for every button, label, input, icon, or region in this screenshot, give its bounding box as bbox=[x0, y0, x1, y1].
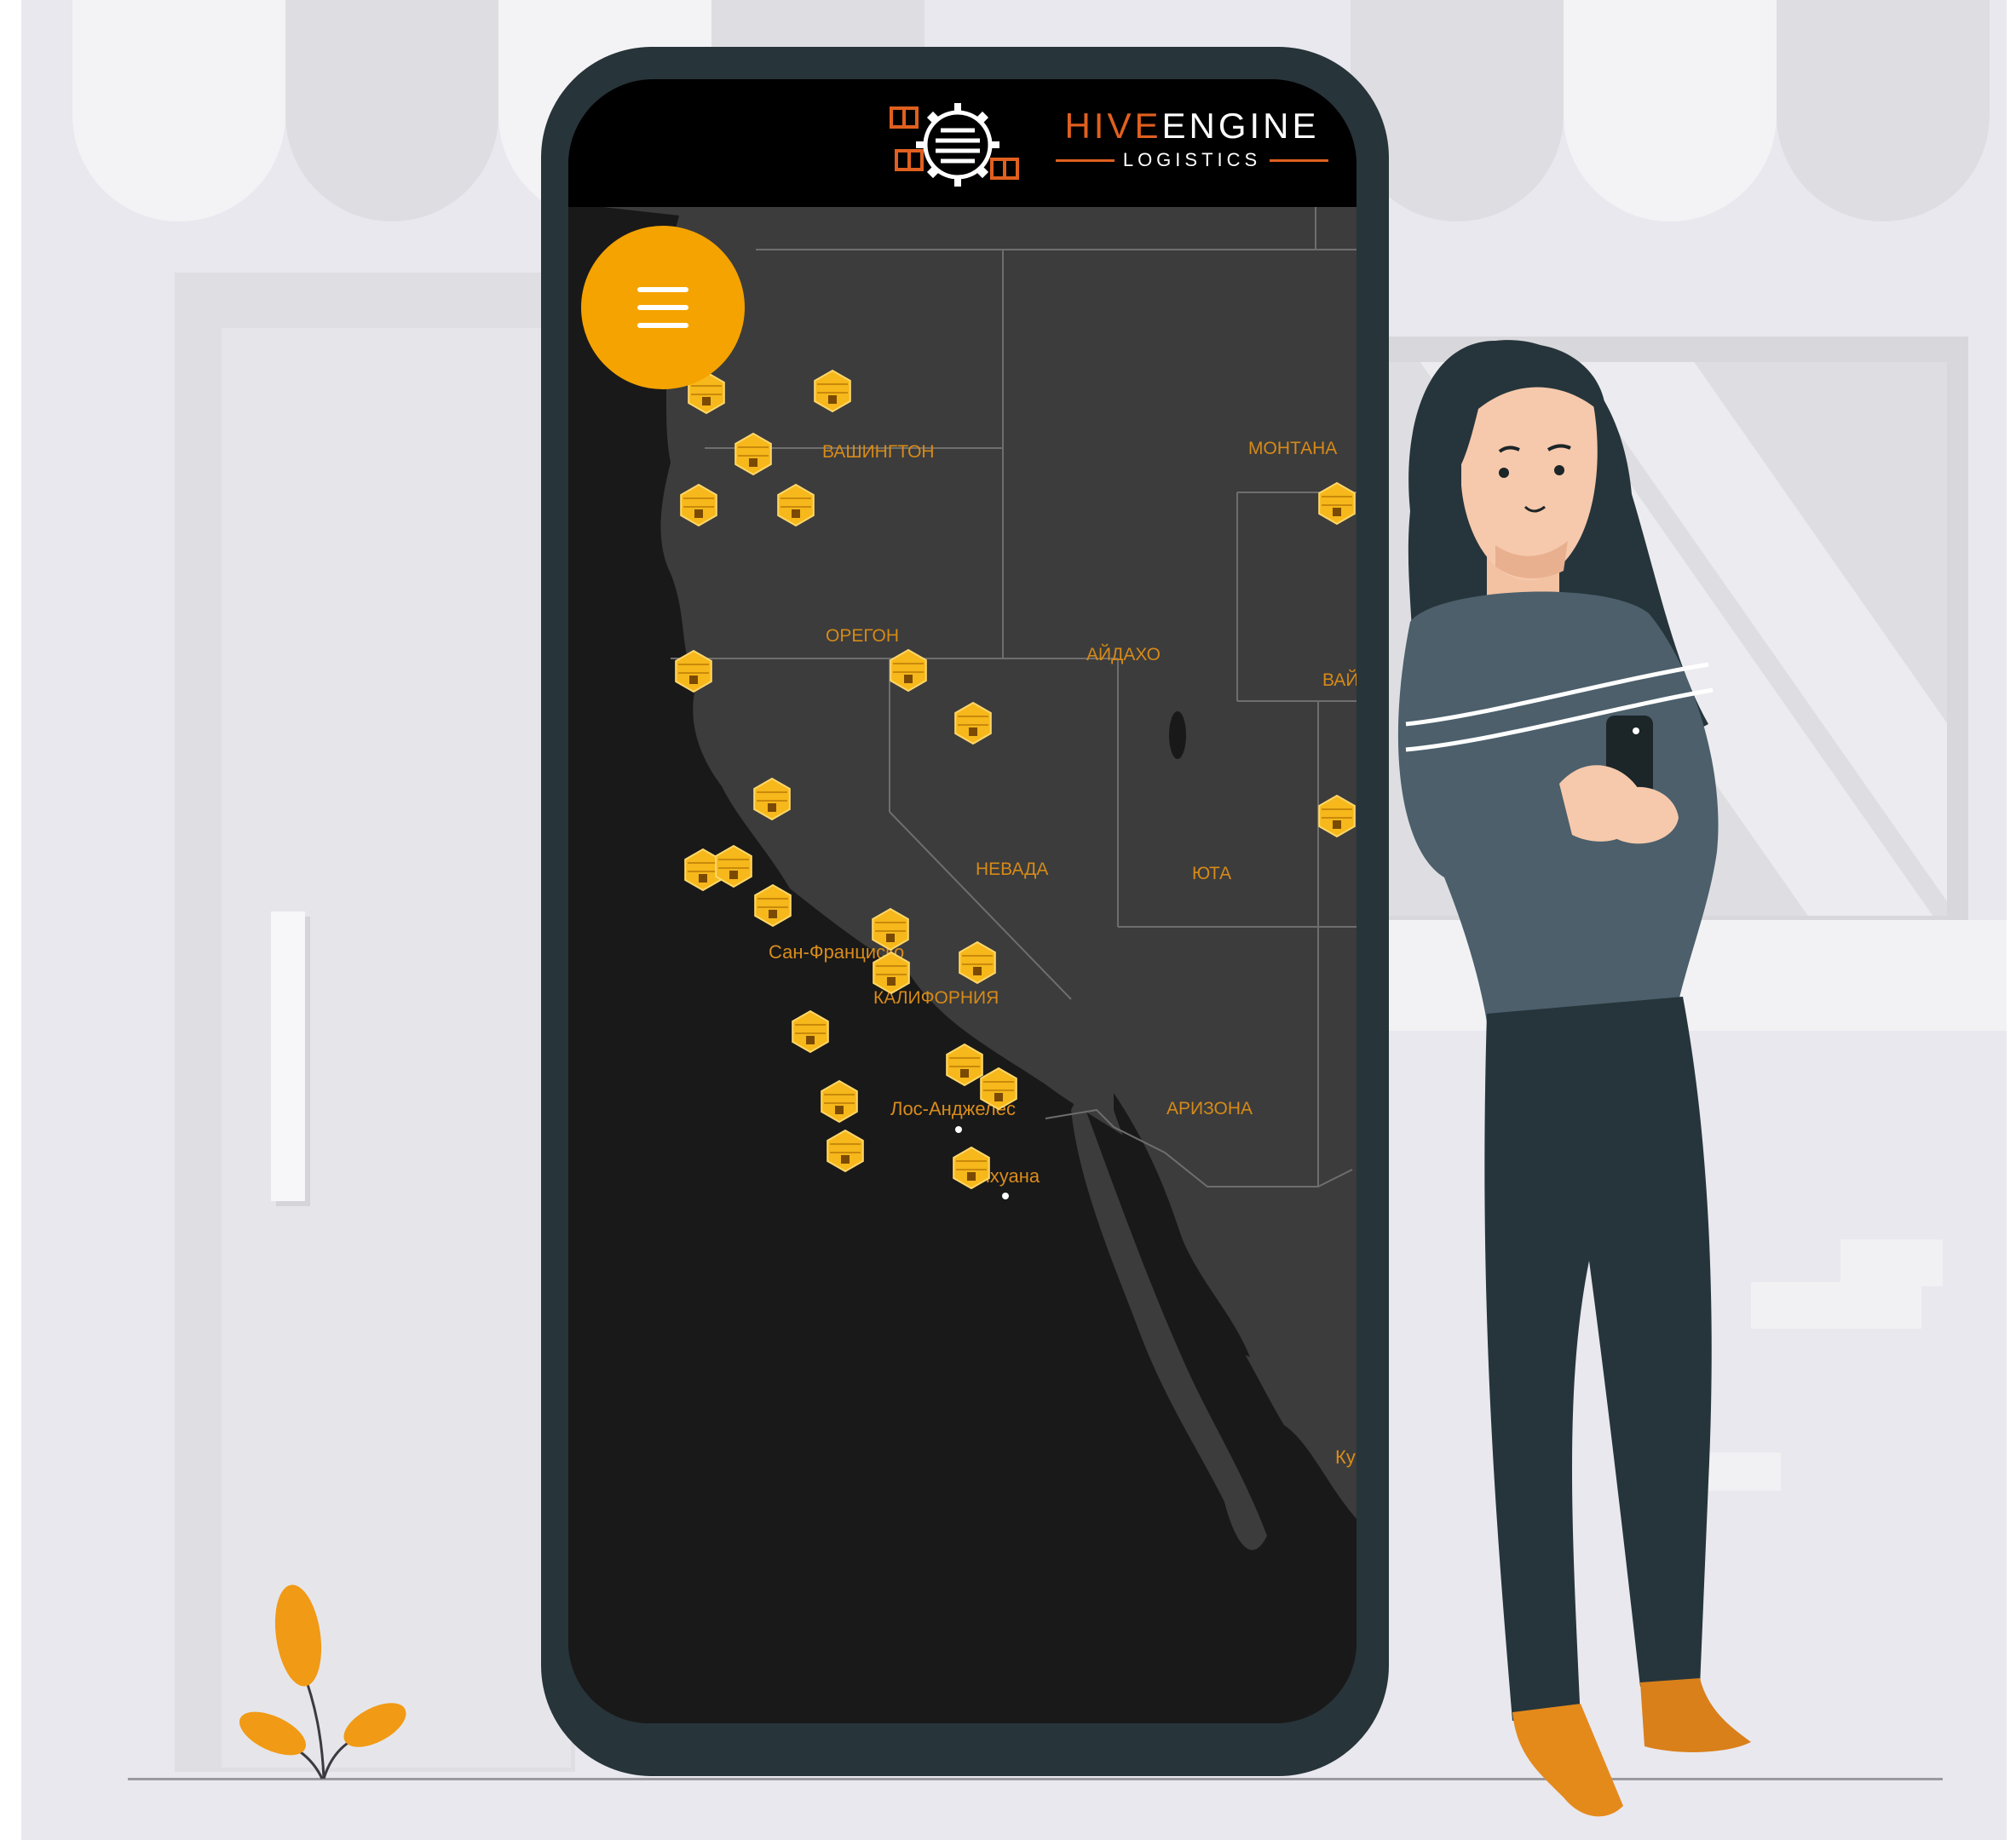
city-label-ku: Ку bbox=[1335, 1446, 1356, 1468]
brand-subtitle-row: LOGISTICS bbox=[1056, 149, 1329, 171]
divider bbox=[1270, 158, 1329, 162]
region-label-wyoming: ВАЙ bbox=[1322, 670, 1356, 690]
plant-illustration bbox=[239, 1584, 406, 1780]
region-label-montana: МОНТАНА bbox=[1248, 439, 1337, 458]
awning-scallop bbox=[1564, 0, 1777, 221]
region-label-oregon: ОРЕГОН bbox=[826, 626, 899, 646]
city-dot bbox=[955, 1126, 962, 1133]
brand-prefix: HIVE bbox=[1064, 106, 1162, 146]
lake bbox=[1169, 711, 1186, 759]
awning-scallop bbox=[72, 0, 285, 221]
city-dot bbox=[1002, 1193, 1009, 1199]
map-view[interactable]: ВАШИНГТОН МОНТАНА ОРЕГОН АЙДАХО ВАЙ НЕВА… bbox=[568, 207, 1356, 1723]
brand-subtitle: LOGISTICS bbox=[1122, 149, 1262, 170]
region-label-arizona: АРИЗОНА bbox=[1166, 1099, 1253, 1118]
crate bbox=[1840, 1239, 1943, 1286]
hamburger-menu-icon bbox=[637, 323, 688, 328]
region-label-nevada: НЕВАДА bbox=[976, 860, 1048, 879]
brand-name: HIVEENGINE bbox=[1056, 108, 1328, 144]
region-label-utah: ЮТА bbox=[1192, 864, 1231, 883]
app-screen: HIVEENGINE LOGISTICS ВАШИНГТОН МОНТАНА О… bbox=[568, 79, 1356, 1723]
divider bbox=[1056, 158, 1115, 162]
hamburger-menu-icon bbox=[637, 287, 688, 292]
hamburger-menu-button[interactable] bbox=[581, 226, 745, 389]
phone-mockup: HIVEENGINE LOGISTICS ВАШИНГТОН МОНТАНА О… bbox=[541, 47, 1389, 1776]
woman-with-phone-illustration bbox=[1397, 340, 1751, 1817]
awning-scallop bbox=[1777, 0, 1990, 221]
beehive-gear-with-parcels-icon bbox=[890, 103, 1019, 187]
brand-logo: HIVEENGINE LOGISTICS bbox=[1056, 108, 1329, 171]
region-label-idaho: АЙДАХО bbox=[1086, 644, 1161, 664]
crate bbox=[1751, 1282, 1921, 1329]
region-label-washington: ВАШИНГТОН bbox=[822, 442, 935, 462]
app-header: HIVEENGINE LOGISTICS bbox=[568, 79, 1356, 207]
door-handle bbox=[271, 911, 305, 1201]
hamburger-menu-icon bbox=[637, 305, 688, 310]
brand-suffix: ENGINE bbox=[1161, 106, 1320, 146]
awning-scallop bbox=[285, 0, 498, 221]
